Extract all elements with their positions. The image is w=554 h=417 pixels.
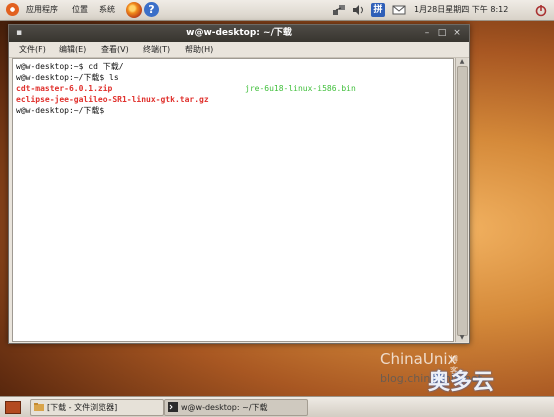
menu-edit[interactable]: 编辑(E) [59, 42, 86, 57]
terminal-scrollbar[interactable]: ▲ ▼ [455, 58, 468, 342]
folder-icon [34, 403, 44, 411]
terminal-output[interactable]: w@w-desktop:~$ cd 下载/ w@w-desktop:~/下载$ … [12, 58, 454, 342]
file-cdt: cdt-master-6.0.1.zip [16, 84, 113, 93]
minimize-button[interactable]: – [421, 27, 433, 39]
file-eclipse: eclipse-jee-galileo-SR1-linux-gtk.tar.gz [16, 95, 209, 104]
scroll-down-icon[interactable]: ▼ [456, 334, 468, 342]
window-menubar: 文件(F) 编辑(E) 查看(V) 终端(T) 帮助(H) [9, 42, 469, 58]
taskbar-item-file-browser[interactable]: [下载 - 文件浏览器] [30, 399, 164, 416]
terminal-line: w@w-desktop:~$ cd 下载/ [16, 62, 124, 71]
menu-places[interactable]: 位置 [72, 0, 88, 20]
menu-terminal[interactable]: 终端(T) [143, 42, 170, 57]
input-method-icon[interactable]: 拼 [371, 3, 385, 17]
power-icon[interactable] [534, 3, 548, 17]
menu-view[interactable]: 查看(V) [101, 42, 129, 57]
mail-icon[interactable] [392, 3, 406, 17]
file-jre: jre-6u18-linux-i586.bin [245, 84, 356, 93]
clock[interactable]: 1月28日星期四 下午 8:12 [414, 0, 508, 20]
top-panel: 应用程序 位置 系统 ? 拼 1月28日星期四 下午 8:12 [0, 0, 554, 21]
terminal-line: w@w-desktop:~/下载$ ls [16, 73, 119, 82]
volume-icon[interactable] [351, 3, 365, 17]
maximize-button[interactable]: □ [436, 27, 448, 39]
menu-applications[interactable]: 应用程序 [26, 0, 58, 20]
ubuntu-logo-icon[interactable] [6, 3, 19, 16]
taskbar-item-label: [下载 - 文件浏览器] [47, 403, 118, 412]
scroll-up-icon[interactable]: ▲ [456, 58, 468, 66]
close-button[interactable]: × [451, 27, 463, 39]
window-titlebar[interactable]: w@w-desktop: ~/下载 ▪ – □ × [9, 25, 469, 42]
taskbar-item-label: w@w-desktop: ~/下载 [181, 403, 268, 412]
terminal-prompt: w@w-desktop:~/下载$ [16, 106, 110, 115]
bottom-panel: [下载 - 文件浏览器] w@w-desktop: ~/下载 [0, 396, 554, 417]
terminal-icon [168, 402, 178, 412]
scrollbar-thumb[interactable] [457, 66, 468, 336]
menu-system[interactable]: 系统 [99, 0, 115, 20]
network-icon[interactable] [332, 3, 346, 17]
taskbar-item-terminal[interactable]: w@w-desktop: ~/下载 [164, 399, 308, 416]
window-title: w@w-desktop: ~/下载 [186, 28, 292, 38]
firefox-icon[interactable] [126, 2, 142, 18]
help-icon[interactable]: ? [144, 2, 159, 17]
show-desktop-icon[interactable] [5, 401, 21, 414]
terminal-window: w@w-desktop: ~/下载 ▪ – □ × 文件(F) 编辑(E) 查看… [8, 24, 470, 344]
window-menu-icon[interactable]: ▪ [13, 27, 25, 39]
menu-help[interactable]: 帮助(H) [185, 42, 213, 57]
menu-file[interactable]: 文件(F) [19, 42, 46, 57]
